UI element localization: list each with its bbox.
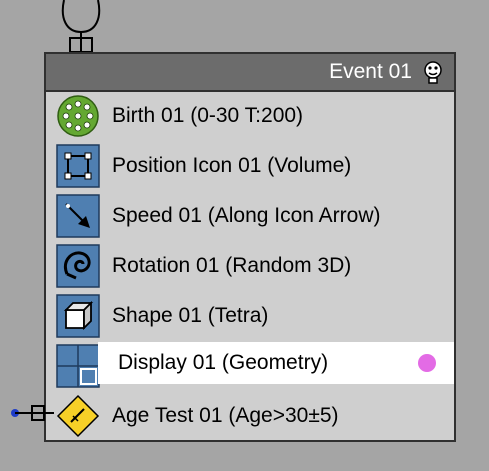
event-node[interactable]: Event 01 Birth 01 (0-30 T:200) Position … <box>44 52 456 442</box>
display-color-swatch[interactable] <box>418 354 436 372</box>
shape-icon <box>56 294 100 338</box>
operator-display[interactable]: Display 01 (Geometry) <box>50 342 454 392</box>
operator-label: Position Icon 01 (Volume) <box>112 154 352 177</box>
test-output-connector[interactable] <box>10 400 70 430</box>
operator-age-test[interactable]: Age Test 01 (Age>30±5) <box>50 392 450 442</box>
rotation-icon <box>56 244 100 288</box>
operator-rotation[interactable]: Rotation 01 (Random 3D) <box>50 242 450 292</box>
operator-label: Rotation 01 (Random 3D) <box>112 254 352 277</box>
operator-label: Shape 01 (Tetra) <box>112 304 269 327</box>
input-wire-loop <box>61 0 101 34</box>
operator-label: Speed 01 (Along Icon Arrow) <box>112 204 381 227</box>
birth-icon <box>57 95 99 137</box>
position-icon <box>56 144 100 188</box>
operator-speed[interactable]: Speed 01 (Along Icon Arrow) <box>50 192 450 242</box>
operator-label: Birth 01 (0-30 T:200) <box>112 104 304 127</box>
input-port <box>69 37 93 53</box>
display-icon <box>56 344 100 388</box>
event-header[interactable]: Event 01 <box>46 54 454 92</box>
operator-birth[interactable]: Birth 01 (0-30 T:200) <box>50 92 450 142</box>
operator-position-icon[interactable]: Position Icon 01 (Volume) <box>50 142 450 192</box>
display-row-highlight[interactable]: Display 01 (Geometry) <box>98 342 454 384</box>
speed-icon <box>56 194 100 238</box>
event-title: Event 01 <box>329 60 412 83</box>
operator-label: Display 01 (Geometry) <box>118 351 329 374</box>
operator-shape[interactable]: Shape 01 (Tetra) <box>50 292 450 342</box>
operator-label: Age Test 01 (Age>30±5) <box>112 404 339 427</box>
lightbulb-icon[interactable] <box>422 61 444 85</box>
